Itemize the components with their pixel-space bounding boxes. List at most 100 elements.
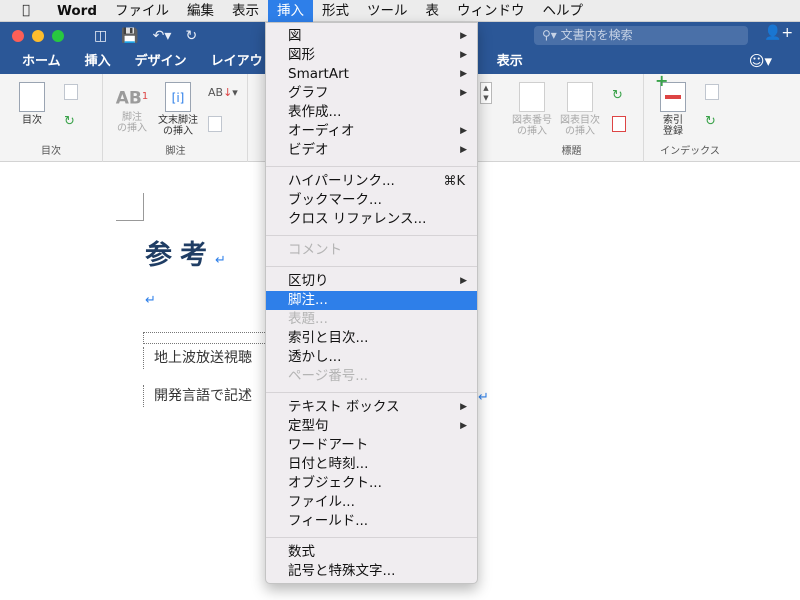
endnote-icon: [i] [165, 82, 191, 112]
menu-item[interactable]: 数式 [266, 543, 477, 562]
document-search-input[interactable]: ⚲▾ 文書内を検索 [534, 26, 748, 45]
menu-item[interactable]: 定型句 ▶ [266, 417, 477, 436]
menu-item-label: テキスト ボックス [288, 399, 400, 415]
chevron-right-icon: ▶ [460, 88, 467, 98]
menu-item[interactable]: ファイル... [266, 493, 477, 512]
menu-item-label: 日付と時刻... [288, 456, 369, 472]
zoom-window-button[interactable] [52, 29, 64, 42]
menu-item[interactable]: ハイパーリンク... ⌘K [266, 172, 477, 191]
menu-item[interactable]: ビデオ ▶ [266, 141, 477, 160]
menu-item[interactable]: クロス リファレンス... [266, 210, 477, 229]
menu-help[interactable]: ヘルプ [534, 0, 593, 22]
share-user-icon[interactable]: 👤+ [764, 25, 793, 41]
tab-home[interactable]: ホーム [10, 49, 73, 74]
menu-item[interactable]: オーディオ ▶ [266, 122, 477, 141]
insert-footnote-button[interactable]: AB1 脚注 の挿入 [112, 82, 152, 134]
insert-endnote-button[interactable]: [i] 文末脚注 の挿入 [154, 82, 202, 137]
menu-edit[interactable]: 編集 [178, 0, 223, 22]
empty-paragraph-mark: ↵ [145, 293, 156, 308]
menu-item-label: グラフ [288, 85, 329, 101]
menu-item-label: ハイパーリンク... [288, 173, 395, 189]
show-notes-icon[interactable] [208, 116, 222, 132]
menu-item[interactable]: テキスト ボックス ▶ [266, 398, 477, 417]
minimize-window-button[interactable] [32, 29, 44, 42]
menu-format[interactable]: 形式 [313, 0, 358, 22]
apple-icon[interactable]:  [16, 3, 36, 18]
index-group-label: インデックス [660, 146, 720, 157]
menu-item[interactable]: グラフ ▶ [266, 84, 477, 103]
tab-insert[interactable]: 挿入 [73, 49, 123, 74]
menu-item-label: クロス リファレンス... [288, 211, 427, 227]
insert-index-icon[interactable] [705, 84, 719, 100]
menu-item-label: ワードアート [288, 437, 369, 453]
document-paragraph[interactable]: 開発言語で記述 [143, 385, 252, 407]
menu-separator [266, 166, 477, 167]
tab-view[interactable]: 表示 [485, 49, 535, 74]
menu-word[interactable]: Word [48, 0, 106, 22]
save-icon[interactable]: 💾 [121, 28, 138, 44]
undo-icon[interactable]: ↶▾ [153, 28, 172, 44]
chevron-right-icon: ▶ [460, 69, 467, 79]
menu-item: ページ番号... [266, 367, 477, 386]
paragraph-mark: ↵ [215, 253, 226, 268]
menu-item[interactable]: 索引と目次... [266, 329, 477, 348]
menu-item-label: ブックマーク... [288, 192, 382, 208]
menu-item[interactable]: 脚注... [266, 291, 477, 310]
cross-reference-icon[interactable] [612, 116, 626, 132]
update-table-icon[interactable]: ↻ [64, 114, 75, 129]
mark-entry-icon: + [655, 73, 686, 112]
chevron-right-icon: ▶ [460, 31, 467, 41]
mark-entry-button[interactable]: + 索引 登録 [653, 73, 693, 137]
chevron-right-icon: ▶ [460, 145, 467, 155]
menu-item: 表題... [266, 310, 477, 329]
menu-item-label: ページ番号... [288, 368, 369, 384]
menu-item-label: 図形 [288, 47, 315, 63]
menu-insert[interactable]: 挿入 [268, 0, 314, 22]
menu-item[interactable]: フィールド... [266, 512, 477, 531]
menu-item[interactable]: 透かし... [266, 348, 477, 367]
next-footnote-icon[interactable]: AB↓▾ [208, 86, 238, 99]
spin-control[interactable]: ▲ ▼ [480, 82, 492, 104]
insert-caption-label: 図表番号 の挿入 [512, 115, 552, 137]
update-figures-icon[interactable]: ↻ [612, 88, 623, 103]
menu-item[interactable]: オブジェクト... [266, 474, 477, 493]
document-paragraph[interactable]: 地上波放送視聴 [143, 347, 252, 369]
menu-item[interactable]: 記号と特殊文字... [266, 562, 477, 581]
caption-group-label: 標題 [561, 146, 582, 157]
insert-caption-button[interactable]: 図表番号 の挿入 [510, 82, 554, 137]
sidebar-toggle-icon[interactable]: ◫ [94, 28, 107, 44]
tab-design[interactable]: デザイン [123, 49, 199, 74]
menu-item-label: オブジェクト... [288, 475, 382, 491]
menu-view[interactable]: 表示 [223, 0, 268, 22]
toc-button[interactable]: 目次 [14, 82, 50, 126]
feedback-smiley-icon[interactable]: ☺▾ [749, 52, 772, 70]
menu-item[interactable]: 区切り ▶ [266, 272, 477, 291]
menu-item[interactable]: 図形 ▶ [266, 46, 477, 65]
menu-item-label: 区切り [288, 273, 329, 289]
menu-table[interactable]: 表 [417, 0, 449, 22]
menu-item[interactable]: SmartArt ▶ [266, 65, 477, 84]
menu-item-label: 図 [288, 28, 302, 44]
menu-item-label: フィールド... [288, 513, 369, 529]
menu-item[interactable]: ブックマーク... [266, 191, 477, 210]
add-text-icon[interactable] [64, 84, 78, 100]
menu-tools[interactable]: ツール [358, 0, 417, 22]
ribbon-group-captions: 図表番号 の挿入 図表目次 の挿入 ↻ 標題 [500, 74, 644, 162]
menu-item[interactable]: 表作成... [266, 103, 477, 122]
menu-file[interactable]: ファイル [106, 0, 178, 22]
menu-item[interactable]: ワードアート [266, 436, 477, 455]
update-index-icon[interactable]: ↻ [705, 114, 716, 129]
paragraph-mark: ↵ [478, 390, 489, 405]
tab-layout[interactable]: レイアウ [199, 49, 275, 74]
menu-item-label: ビデオ [288, 142, 329, 158]
menu-item-label: 定型句 [288, 418, 329, 434]
document-heading[interactable]: 参考↵ [145, 233, 226, 272]
insert-endnote-label: 文末脚注 の挿入 [158, 115, 198, 137]
menu-window[interactable]: ウィンドウ [448, 0, 534, 22]
insert-table-of-figures-button[interactable]: 図表目次 の挿入 [558, 82, 602, 137]
redo-icon[interactable]: ↻ [185, 28, 197, 44]
menu-item[interactable]: 日付と時刻... [266, 455, 477, 474]
close-window-button[interactable] [12, 29, 24, 42]
menu-item[interactable]: 図 ▶ [266, 27, 477, 46]
mark-entry-label: 索引 登録 [663, 115, 683, 137]
